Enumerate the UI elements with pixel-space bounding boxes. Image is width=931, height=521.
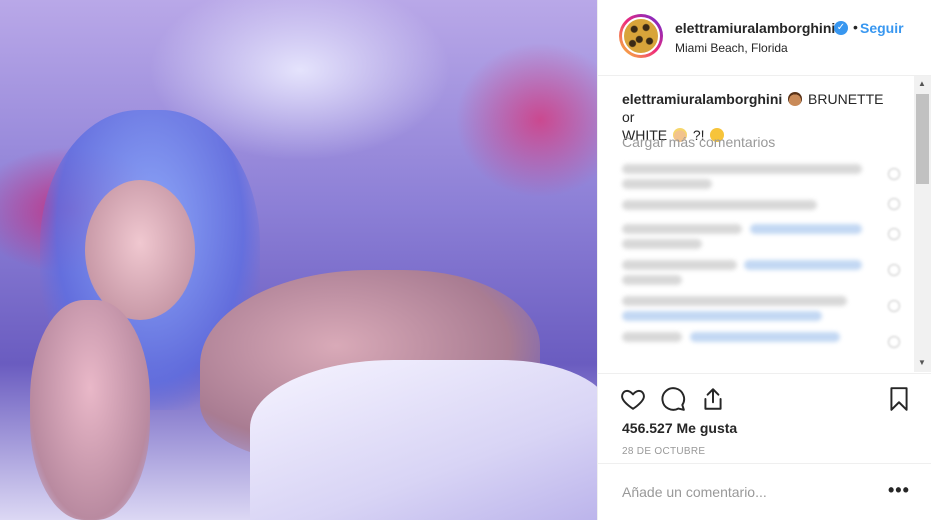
scroll-down-arrow-icon[interactable]: ▼ <box>918 359 926 367</box>
comment-icon[interactable] <box>660 386 686 412</box>
comment-like-icon[interactable] <box>888 336 900 348</box>
post-date[interactable]: 28 DE OCTUBRE <box>622 446 705 457</box>
comment-like-icon[interactable] <box>888 300 900 312</box>
blurred-comment-mention <box>622 311 822 321</box>
follow-button[interactable]: Seguir <box>860 20 904 36</box>
post-location[interactable]: Miami Beach, Florida <box>675 41 788 55</box>
likes-count[interactable]: 456.527 Me gusta <box>622 420 737 436</box>
heart-icon[interactable] <box>620 386 646 412</box>
blurred-comment-text <box>622 275 682 285</box>
comment-like-icon[interactable] <box>888 198 900 210</box>
blurred-comment-text <box>622 164 862 174</box>
comment-like-icon[interactable] <box>888 168 900 180</box>
photo-arm <box>30 300 150 520</box>
scroll-up-arrow-icon[interactable]: ▲ <box>918 80 926 88</box>
blurred-comment-text <box>622 260 737 270</box>
verified-badge-icon: ✓ <box>834 21 848 35</box>
blurred-comment-mention <box>750 224 862 234</box>
blurred-comment-mention <box>744 260 862 270</box>
photo-sheet <box>250 360 597 520</box>
blurred-comment-text <box>622 200 817 210</box>
comment-input[interactable] <box>622 482 862 502</box>
blurred-comment-mention <box>690 332 840 342</box>
comment-row <box>622 328 900 364</box>
blurred-comment-text <box>622 179 712 189</box>
post-side-panel: elettramiuralamborghini ✓ • Seguir Miami… <box>597 0 931 520</box>
comment-row <box>622 160 900 196</box>
comment-row <box>622 292 900 328</box>
more-options-icon[interactable]: ••• <box>888 480 910 501</box>
post-photo[interactable] <box>0 0 597 520</box>
separator-dot: • <box>853 19 858 35</box>
avatar[interactable] <box>619 14 663 58</box>
comment-like-icon[interactable] <box>888 264 900 276</box>
comments-section: elettramiuralamborghini BRUNETTE or WHIT… <box>598 76 931 372</box>
blurred-comment-text <box>622 332 682 342</box>
share-icon[interactable] <box>700 386 726 412</box>
add-comment-bar: ••• <box>598 463 931 521</box>
post-header: elettramiuralamborghini ✓ • Seguir Miami… <box>598 0 931 76</box>
post-actions: 456.527 Me gusta 28 DE OCTUBRE <box>598 373 931 464</box>
comment-row <box>622 196 900 220</box>
scroll-thumb[interactable] <box>916 94 929 184</box>
bookmark-icon[interactable] <box>886 386 912 412</box>
woman-brunette-emoji-icon <box>788 92 803 106</box>
post-username[interactable]: elettramiuralamborghini <box>675 20 835 36</box>
blurred-comment-text <box>622 224 742 234</box>
leopard-print-avatar-icon <box>622 17 660 55</box>
comment-like-icon[interactable] <box>888 228 900 240</box>
photo-face <box>85 180 195 320</box>
caption-username[interactable]: elettramiuralamborghini <box>622 91 782 107</box>
blurred-comments-list <box>622 160 900 364</box>
blurred-comment-text <box>622 239 702 249</box>
comment-row <box>622 256 900 292</box>
blurred-comment-text <box>622 296 847 306</box>
comments-scrollbar[interactable]: ▲ ▼ <box>914 76 931 372</box>
load-more-comments-button[interactable]: Cargar más comentarios <box>622 134 775 150</box>
comment-row <box>622 220 900 256</box>
